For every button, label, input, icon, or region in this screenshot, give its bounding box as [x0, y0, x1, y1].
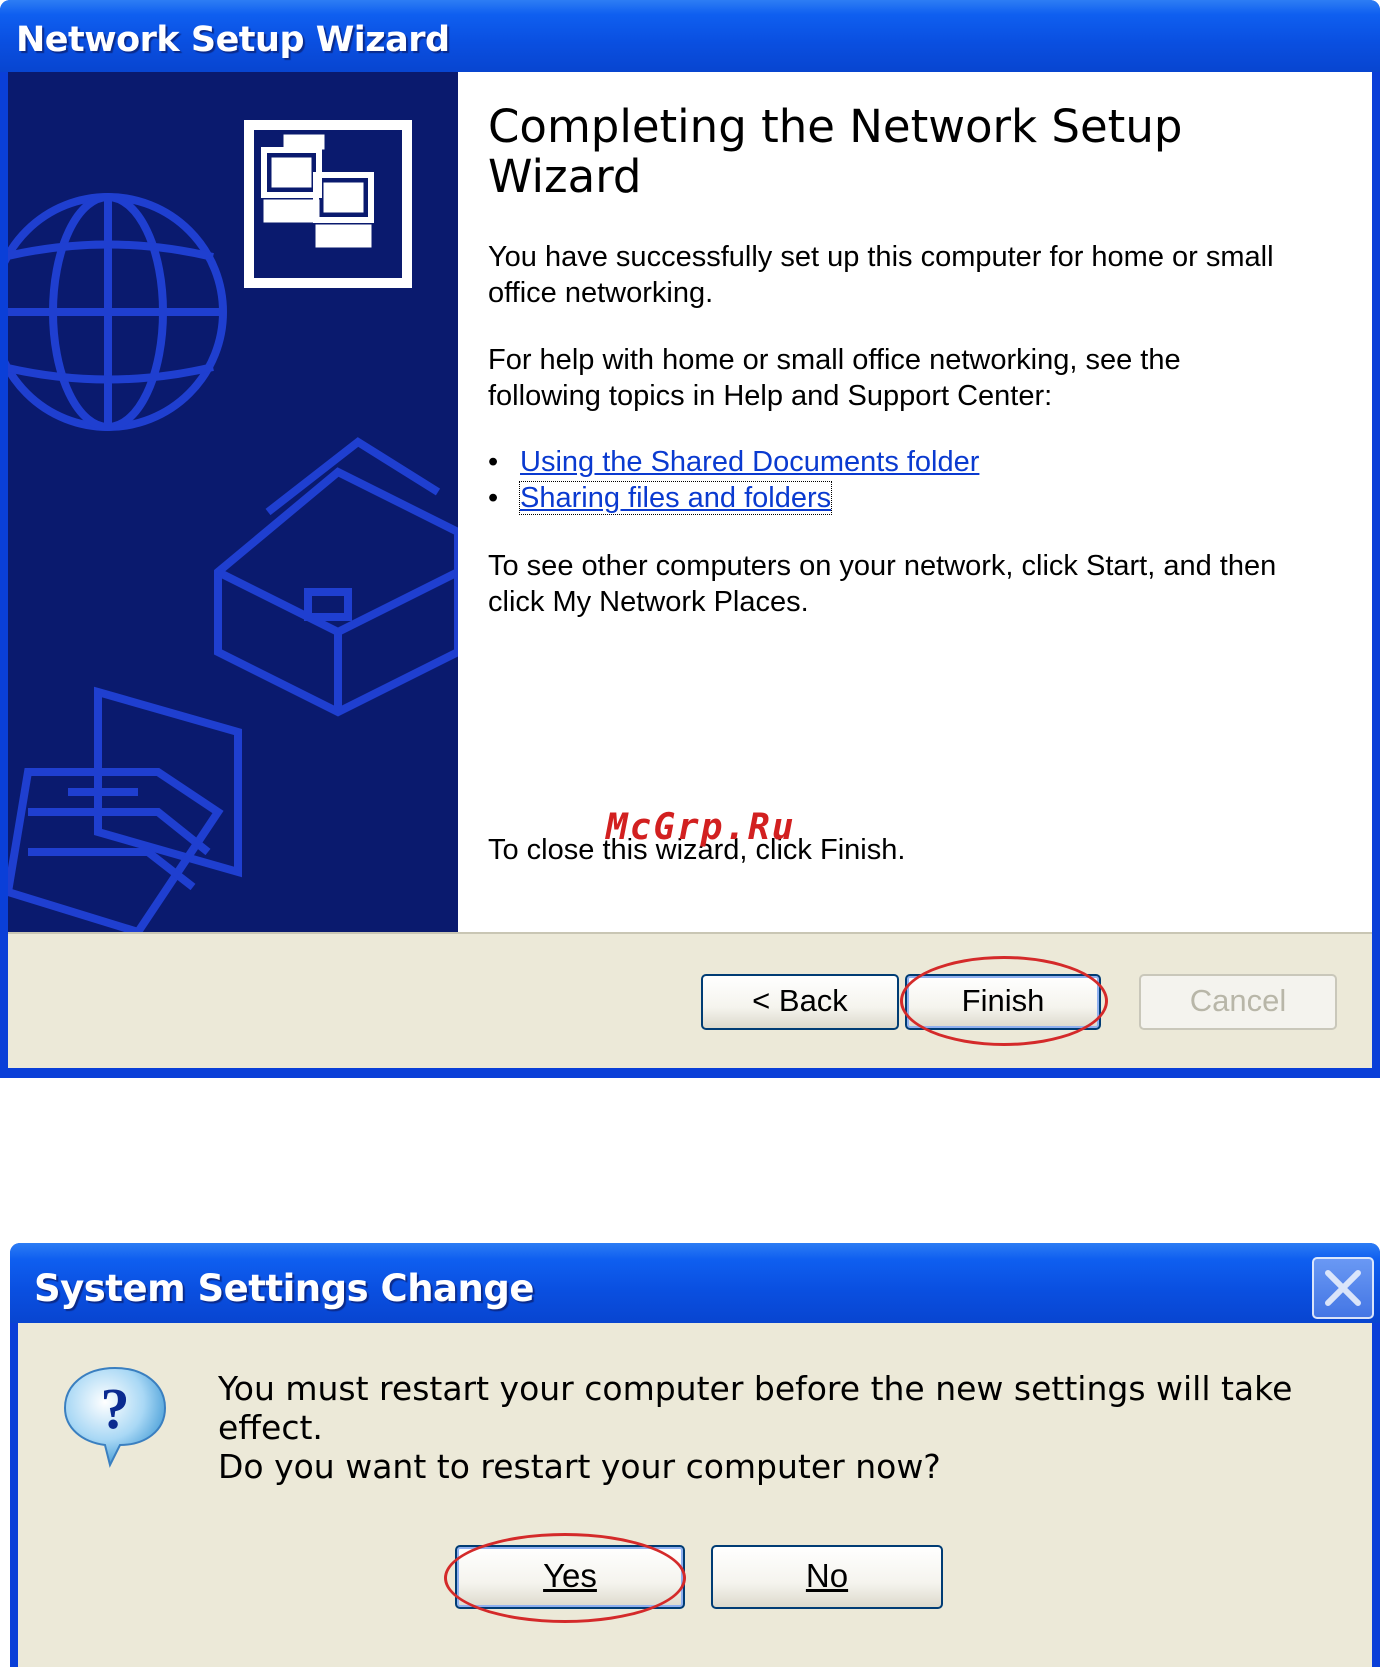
close-button[interactable]: [1312, 1257, 1374, 1319]
watermark: McGrp.Ru: [606, 807, 796, 848]
back-button[interactable]: < Back: [701, 974, 899, 1030]
dialog-titlebar[interactable]: System Settings Change: [10, 1243, 1380, 1323]
link-shared-documents[interactable]: Using the Shared Documents folder: [520, 446, 979, 478]
restart-message: You must restart your computer before th…: [218, 1369, 1293, 1447]
link-sharing-files[interactable]: Sharing files and folders: [518, 481, 833, 515]
restart-question: Do you want to restart your computer now…: [218, 1447, 941, 1486]
wizard-body: Completing the Network Setup Wizard You …: [8, 72, 1372, 932]
help-topic-item: • Using the Shared Documents folder: [488, 444, 979, 480]
wizard-footer: < Back Finish Cancel: [8, 934, 1372, 1068]
yes-label: Yes: [543, 1557, 597, 1594]
question-icon: ?: [63, 1366, 167, 1468]
wizard-heading: Completing the Network Setup Wizard: [488, 100, 1183, 203]
svg-text:?: ?: [101, 1376, 130, 1441]
wizard-content: Completing the Network Setup Wizard You …: [483, 72, 1372, 932]
finish-button[interactable]: Finish: [905, 974, 1101, 1030]
dialog-body: ? You must restart your computer before …: [18, 1323, 1372, 1667]
help-topic-item: • Sharing files and folders: [488, 480, 833, 516]
dialog-title: System Settings Change: [34, 1267, 534, 1310]
no-label: No: [805, 1557, 849, 1594]
close-icon: [1325, 1270, 1361, 1306]
network-places-text: To see other computers on your network, …: [488, 550, 1277, 618]
cancel-button: Cancel: [1139, 974, 1337, 1030]
success-text: You have successfully set up this comput…: [488, 241, 1274, 309]
network-computers-icon: [244, 120, 412, 288]
help-text: For help with home or small office netwo…: [488, 344, 1181, 412]
bullet-icon: •: [488, 482, 499, 514]
no-button[interactable]: No: [711, 1545, 943, 1609]
system-settings-change-dialog: System Settings Change ? You must restar…: [10, 1243, 1380, 1667]
network-setup-wizard-window: Network Setup Wizard Completing the Netw…: [0, 0, 1380, 1078]
wizard-title: Network Setup Wizard: [16, 20, 450, 60]
wizard-titlebar[interactable]: Network Setup Wizard: [0, 0, 1380, 72]
wizard-sidebar-graphic: [8, 72, 458, 932]
yes-button[interactable]: Yes: [455, 1545, 685, 1609]
bullet-icon: •: [488, 446, 499, 478]
